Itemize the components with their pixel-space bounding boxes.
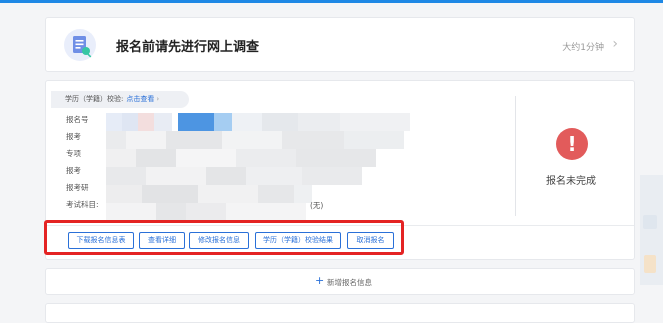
redacted-info-mosaic: [106, 111, 416, 221]
horizontal-divider: [46, 225, 634, 226]
chevron-right-icon[interactable]: ›: [612, 36, 618, 52]
add-registration-label: 新增报名信息: [327, 278, 372, 287]
view-details-button[interactable]: 查看详细: [139, 232, 185, 249]
cancel-registration-button[interactable]: 取消报名: [347, 232, 394, 249]
chevron-right-icon: ›: [156, 95, 160, 103]
side-icon: [643, 215, 657, 229]
verification-result-button[interactable]: 学历（学籍）校验结果: [255, 232, 341, 249]
verification-label: 学历（学籍）校验:: [65, 95, 124, 103]
add-registration-bar[interactable]: + 新增报名信息: [45, 268, 635, 295]
exam-subjects-tail: (无): [310, 201, 324, 210]
verification-view-link[interactable]: 点击查看: [126, 95, 154, 103]
download-registration-form-button[interactable]: 下载报名信息表: [68, 232, 134, 249]
top-accent-bar: [0, 0, 663, 3]
vertical-divider: [515, 96, 516, 216]
lower-card: [45, 303, 635, 323]
survey-duration: 大约1分钟: [562, 43, 604, 53]
modify-registration-button[interactable]: 修改报名信息: [189, 232, 249, 249]
side-panel-edge: [640, 175, 663, 285]
survey-title: 报名前请先进行网上调查: [116, 40, 260, 55]
plus-icon: +: [315, 274, 325, 287]
registration-card: 学历（学籍）校验:点击查看› 报名号 报考 专项 报考 报考研 考试科目:: [45, 80, 635, 260]
verification-pill: 学历（学籍）校验: 点击查看 ›: [51, 91, 189, 108]
survey-card[interactable]: 报名前请先进行网上调查 大约1分钟 ›: [45, 17, 635, 72]
side-thumbnail: [644, 255, 656, 273]
alert-exclamation-icon: !: [556, 128, 588, 160]
registration-status-text: 报名未完成: [546, 176, 596, 187]
survey-document-icon: [64, 29, 96, 61]
